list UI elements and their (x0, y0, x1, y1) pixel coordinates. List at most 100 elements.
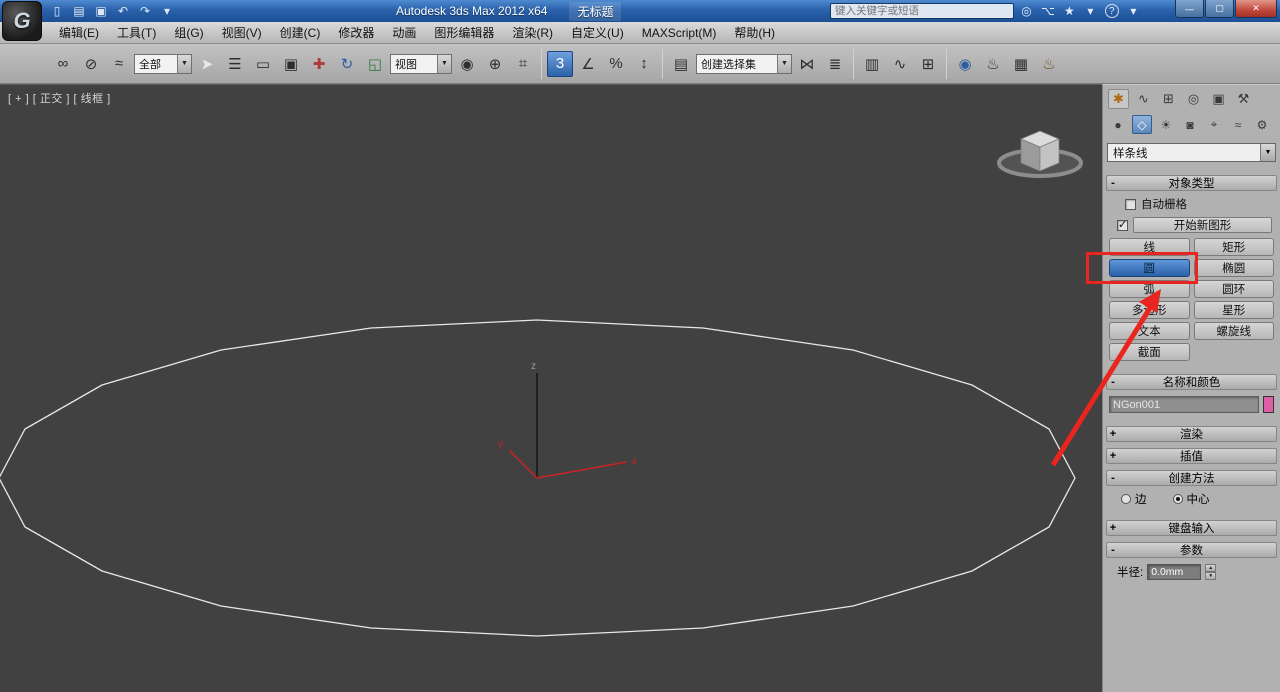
chevron-down-icon[interactable]: ▼ (177, 55, 191, 73)
hierarchy-tab[interactable]: ⊞ (1158, 89, 1179, 109)
menu-item[interactable]: 动画 (383, 22, 425, 44)
menu-item[interactable]: 图形编辑器 (425, 22, 503, 44)
menu-item[interactable]: 编辑(E) (50, 22, 108, 44)
open-file-icon[interactable]: ▤ (70, 2, 88, 20)
object-color-swatch[interactable] (1263, 396, 1274, 413)
spinner-up-icon[interactable]: ▲ (1205, 564, 1216, 572)
material-editor-icon[interactable]: ◉ (952, 51, 978, 77)
utilities-tab[interactable]: ⚒ (1233, 89, 1254, 109)
chevron-down-icon[interactable]: ▼ (437, 55, 451, 73)
select-by-name-icon[interactable]: ☰ (222, 51, 248, 77)
shapes-category-icon[interactable]: ◇ (1132, 115, 1152, 134)
redo-icon[interactable]: ↷ (136, 2, 154, 20)
arc-button[interactable]: 弧 (1109, 280, 1190, 298)
chevron-down-icon[interactable]: ▼ (777, 55, 791, 73)
motion-tab[interactable]: ◎ (1183, 89, 1204, 109)
view-cube[interactable] (999, 131, 1081, 176)
menu-item[interactable]: MAXScript(M) (633, 22, 726, 44)
mirror-icon[interactable]: ⋈ (794, 51, 820, 77)
minimize-button[interactable]: — (1175, 0, 1204, 18)
rollout-parameters[interactable]: - 参数 (1106, 542, 1277, 558)
search-binoculars-icon[interactable]: ◎ (1020, 3, 1033, 19)
helix-button[interactable]: 螺旋线 (1194, 322, 1275, 340)
spinner-snap-toggle-icon[interactable]: ↕ (631, 51, 657, 77)
circle-button[interactable]: 圆 (1109, 259, 1190, 277)
angle-snap-toggle-icon[interactable]: ∠ (575, 51, 601, 77)
edge-radio[interactable] (1121, 494, 1131, 504)
autogrid-checkbox[interactable] (1125, 199, 1136, 210)
rollout-name-color[interactable]: - 名称和颜色 (1106, 374, 1277, 390)
select-and-manipulate-icon[interactable]: ⊕ (482, 51, 508, 77)
cameras-category-icon[interactable]: ◙ (1180, 115, 1200, 134)
max-logo[interactable]: G (2, 1, 42, 41)
helpers-category-icon[interactable]: ⌖ (1204, 115, 1224, 134)
restore-button[interactable]: ▢ (1205, 0, 1234, 18)
viewport-label[interactable]: [ + ] [ 正交 ] [ 线框 ] (8, 90, 111, 106)
start-new-shape-checkbox[interactable] (1117, 220, 1128, 231)
radius-spinner-input[interactable] (1147, 564, 1201, 580)
curve-editor-icon[interactable]: ∿ (887, 51, 913, 77)
ngon-button[interactable]: 多边形 (1109, 301, 1190, 319)
close-button[interactable]: ✕ (1235, 0, 1277, 18)
selection-filter-dropdown[interactable]: 全部▼ (134, 54, 192, 74)
spinner-down-icon[interactable]: ▼ (1205, 572, 1216, 580)
align-icon[interactable]: ≣ (822, 51, 848, 77)
geometry-category-icon[interactable]: ● (1108, 115, 1128, 134)
menu-item[interactable]: 自定义(U) (562, 22, 633, 44)
layer-manager-icon[interactable]: ▥ (859, 51, 885, 77)
text-button[interactable]: 文本 (1109, 322, 1190, 340)
rollout-creation-method[interactable]: - 创建方法 (1106, 470, 1277, 486)
shape-type-dropdown[interactable]: 样条线 ▼ (1107, 143, 1276, 162)
rectangular-selection-region-icon[interactable]: ▭ (250, 51, 276, 77)
rollout-interpolation[interactable]: + 插值 (1106, 448, 1277, 464)
viewport[interactable]: [ + ] [ 正交 ] [ 线框 ] z x y (0, 84, 1102, 692)
start-new-shape-button[interactable]: 开始新图形 (1133, 217, 1272, 233)
unlink-selection-icon[interactable]: ⊘ (78, 51, 104, 77)
select-and-rotate-icon[interactable]: ↻ (334, 51, 360, 77)
object-name-input[interactable] (1109, 396, 1259, 413)
schematic-view-icon[interactable]: ⊞ (915, 51, 941, 77)
display-tab[interactable]: ▣ (1208, 89, 1229, 109)
use-pivot-point-center-icon[interactable]: ◉ (454, 51, 480, 77)
creation-edge-option[interactable]: 边 (1121, 491, 1147, 507)
rollout-rendering[interactable]: + 渲染 (1106, 426, 1277, 442)
menu-item[interactable]: 视图(V) (213, 22, 271, 44)
favorites-star-icon[interactable]: ★ (1063, 3, 1076, 19)
reference-coordinate-system-dropdown[interactable]: 视图▼ (390, 54, 452, 74)
bind-to-space-warp-icon[interactable]: ≈ (106, 51, 132, 77)
donut-button[interactable]: 圆环 (1194, 280, 1275, 298)
modify-tab[interactable]: ∿ (1133, 89, 1154, 109)
rollout-keyboard-entry[interactable]: + 键盘输入 (1106, 520, 1277, 536)
help-icon[interactable]: ? (1105, 4, 1119, 18)
line-button[interactable]: 线 (1109, 238, 1190, 256)
edit-named-selection-sets-icon[interactable]: ▤ (668, 51, 694, 77)
menu-item[interactable]: 工具(T) (108, 22, 165, 44)
menu-item[interactable]: 帮助(H) (725, 22, 784, 44)
ellipse-button[interactable]: 椭圆 (1194, 259, 1275, 277)
select-and-move-icon[interactable]: ✚ (306, 51, 332, 77)
menu-item[interactable]: 组(G) (165, 22, 212, 44)
select-object-icon[interactable]: ➤ (194, 51, 220, 77)
snaps-toggle-3d-icon[interactable]: 3 (547, 51, 573, 77)
menu-item[interactable]: 渲染(R) (503, 22, 562, 44)
save-file-icon[interactable]: ▣ (92, 2, 110, 20)
space-warps-category-icon[interactable]: ≈ (1228, 115, 1248, 134)
chevron-down-icon[interactable]: ▼ (1260, 144, 1275, 161)
creation-center-option[interactable]: 中心 (1173, 491, 1210, 507)
menu-item[interactable]: 修改器 (329, 22, 383, 44)
rectangle-button[interactable]: 矩形 (1194, 238, 1275, 256)
window-crossing-toggle-icon[interactable]: ▣ (278, 51, 304, 77)
rendered-frame-window-icon[interactable]: ▦ (1008, 51, 1034, 77)
undo-icon[interactable]: ↶ (114, 2, 132, 20)
rollout-object-type[interactable]: - 对象类型 (1106, 175, 1277, 191)
menu-item[interactable]: 创建(C) (271, 22, 330, 44)
create-tab[interactable]: ✱ (1108, 89, 1129, 109)
render-production-icon[interactable]: ♨ (1036, 51, 1062, 77)
section-button[interactable]: 截面 (1109, 343, 1190, 361)
star-button[interactable]: 星形 (1194, 301, 1275, 319)
render-setup-icon[interactable]: ♨ (980, 51, 1006, 77)
select-and-link-icon[interactable]: ∞ (50, 51, 76, 77)
center-radio[interactable] (1173, 494, 1183, 504)
communication-key-icon[interactable]: ⌥ (1041, 3, 1055, 19)
named-selection-sets-dropdown[interactable]: 创建选择集▼ (696, 54, 792, 74)
